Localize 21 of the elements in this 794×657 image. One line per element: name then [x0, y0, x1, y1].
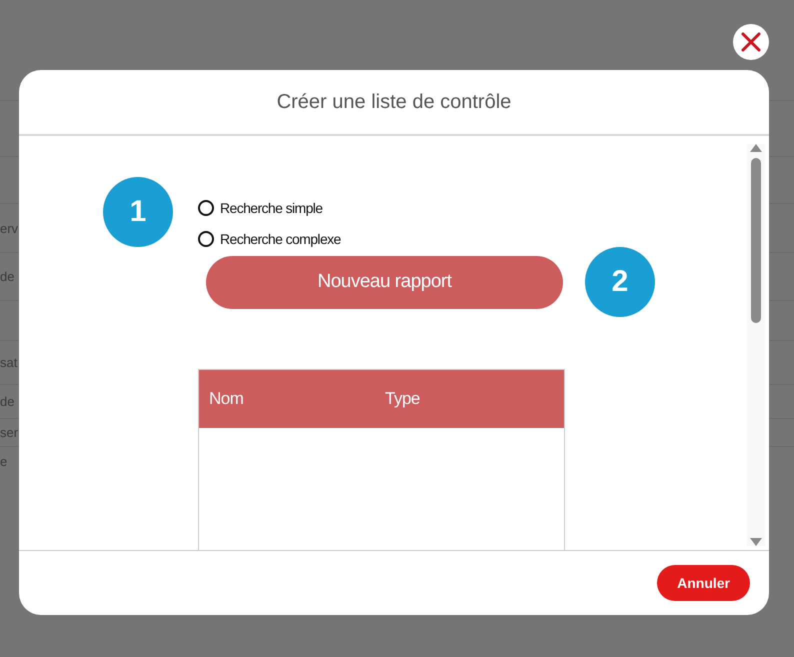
- callout-badge: 2: [585, 247, 655, 317]
- radio-option[interactable]: Recherche complexe: [198, 231, 341, 247]
- background-text: de: [0, 269, 14, 284]
- radio-option[interactable]: Recherche simple: [198, 200, 341, 216]
- background-text: erv: [0, 220, 18, 236]
- close-icon: [741, 32, 761, 52]
- column-header: Type: [384, 389, 421, 409]
- close-button[interactable]: [733, 24, 769, 60]
- column-header: Nom: [208, 389, 244, 409]
- scroll-up-icon: [750, 144, 762, 152]
- background-text: ser: [0, 425, 18, 440]
- dialog-title: Créer une liste de contrôle: [276, 90, 512, 114]
- scroll-down-icon: [750, 538, 762, 546]
- callout-badge: 1: [103, 177, 173, 247]
- scrollbar[interactable]: [747, 144, 765, 546]
- background-text: e: [0, 454, 8, 468]
- background-text: de: [0, 394, 14, 409]
- scrollbar-thumb[interactable]: [751, 158, 761, 323]
- cancel-button[interactable]: Annuler: [657, 565, 750, 601]
- new-report-button[interactable]: Nouveau rapport: [206, 256, 563, 308]
- background-text: sat: [0, 355, 18, 370]
